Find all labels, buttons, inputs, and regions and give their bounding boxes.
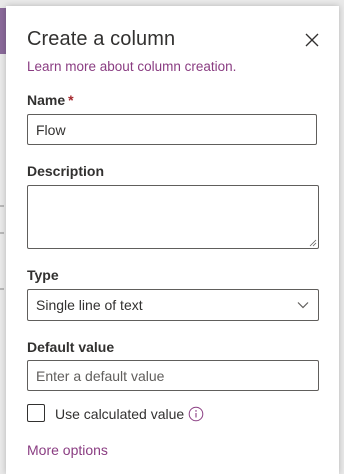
more-options-link[interactable]: More options [27, 442, 108, 458]
use-calculated-label[interactable]: Use calculated value [55, 406, 184, 422]
name-label: Name * [27, 92, 74, 108]
required-marker: * [68, 92, 74, 108]
resize-grip-icon[interactable] [309, 239, 317, 247]
panel-title: Create a column [27, 28, 176, 50]
backdrop-mark [0, 232, 4, 234]
backdrop-mark [0, 288, 4, 290]
use-calculated-checkbox[interactable] [27, 404, 45, 422]
description-textarea[interactable] [27, 185, 319, 249]
backdrop-mark [0, 205, 4, 207]
type-label: Type [27, 267, 59, 283]
create-column-panel: Create a column Learn more about column … [6, 6, 339, 474]
close-icon [305, 33, 319, 47]
type-dropdown[interactable]: Single line of text [27, 289, 319, 321]
name-input[interactable] [27, 114, 317, 145]
name-label-text: Name [27, 92, 66, 108]
default-value-label: Default value [27, 339, 115, 355]
learn-more-link[interactable]: Learn more about column creation. [27, 59, 236, 74]
description-label: Description [27, 163, 105, 179]
close-button[interactable] [302, 30, 322, 50]
info-icon[interactable] [188, 406, 204, 422]
chevron-down-icon [297, 302, 309, 309]
type-selected-value: Single line of text [36, 297, 143, 313]
default-value-input[interactable] [27, 360, 319, 391]
